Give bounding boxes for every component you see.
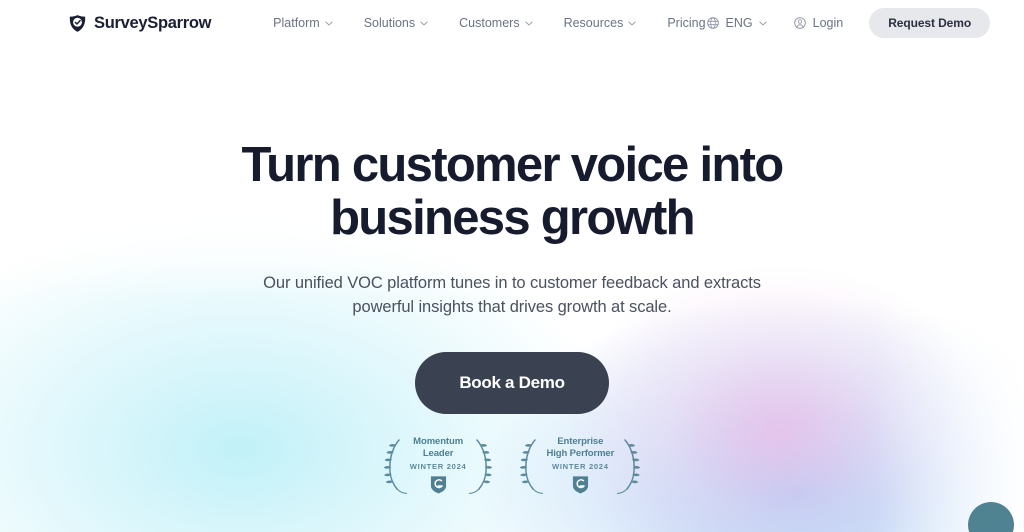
badge-text-block: Enterprise High Performer WINTER 2024 [545, 436, 615, 494]
g2-shield-icon [430, 476, 446, 494]
nav-label: Pricing [667, 16, 706, 30]
nav-item-solutions[interactable]: Solutions [364, 16, 428, 30]
hero-subheading: Our unified VOC platform tunes in to cus… [0, 271, 1024, 320]
language-label: ENG [725, 16, 753, 30]
badge-title-line1: Momentum [413, 436, 464, 448]
login-label: Login [812, 16, 844, 30]
nav-item-pricing[interactable]: Pricing [667, 16, 705, 30]
site-header: SurveySparrow Platform Solutions Custome… [0, 0, 1024, 46]
hero-heading: Turn customer voice into business growth [0, 139, 1024, 245]
globe-icon [706, 17, 719, 29]
hero-cta-wrapper: Book a Demo [0, 352, 1024, 415]
login-link[interactable]: Login [793, 16, 844, 30]
award-badge-momentum-leader: Momentum Leader WINTER 2024 [381, 436, 496, 495]
hero-section: Turn customer voice into business growth… [0, 46, 1024, 495]
chevron-down-icon [420, 21, 428, 25]
hero-subheading-line2: powerful insights that drives growth at … [352, 298, 672, 317]
chevron-down-icon [759, 21, 767, 25]
brand-name: SurveySparrow [94, 13, 212, 32]
nav-item-platform[interactable]: Platform [273, 16, 333, 30]
badge-text-block: Momentum Leader WINTER 2024 [409, 436, 468, 494]
award-badges: Momentum Leader WINTER 2024 Enterprise H… [0, 436, 1024, 495]
laurel-left-icon [520, 439, 544, 495]
badge-title: Enterprise High Performer [546, 436, 614, 459]
award-badge-enterprise-high-performer: Enterprise High Performer WINTER 2024 [517, 436, 643, 495]
badge-title-line2: High Performer [546, 447, 615, 459]
chevron-down-icon [325, 21, 333, 25]
nav-label: Solutions [363, 16, 416, 30]
badge-title: Momentum Leader [410, 436, 467, 459]
page-root: SurveySparrow Platform Solutions Custome… [0, 0, 1024, 532]
language-selector[interactable]: ENG [706, 16, 767, 30]
laurel-right-icon [617, 439, 641, 495]
shield-check-icon [69, 14, 86, 32]
chat-widget-button[interactable] [968, 502, 1014, 532]
chevron-down-icon [628, 21, 636, 25]
nav-label: Customers [459, 16, 520, 30]
badge-title-line2: Leader [422, 447, 454, 459]
brand-logo[interactable]: SurveySparrow [68, 14, 211, 33]
user-circle-icon [793, 17, 806, 29]
nav-label: Platform [273, 16, 320, 30]
laurel-left-icon [383, 439, 407, 495]
hero-heading-line1: Turn customer voice into [241, 138, 785, 192]
header-actions: ENG Login Request Demo [706, 8, 991, 38]
request-demo-button[interactable]: Request Demo [869, 8, 991, 38]
badge-year: WINTER 2024 [409, 462, 467, 472]
badge-title-line1: Enterprise [557, 436, 604, 448]
book-a-demo-button[interactable]: Book a Demo [415, 352, 609, 415]
nav-item-customers[interactable]: Customers [459, 16, 533, 30]
main-navigation: Platform Solutions Customers Resources P… [273, 16, 705, 30]
laurel-right-icon [469, 439, 493, 495]
hero-subheading-line1: Our unified VOC platform tunes in to cus… [263, 273, 761, 292]
badge-year: WINTER 2024 [551, 462, 609, 472]
g2-shield-icon [572, 476, 588, 494]
nav-label: Resources [563, 16, 624, 30]
hero-heading-line2: business growth [330, 190, 696, 245]
nav-item-resources[interactable]: Resources [564, 16, 637, 30]
chevron-down-icon [524, 21, 533, 25]
